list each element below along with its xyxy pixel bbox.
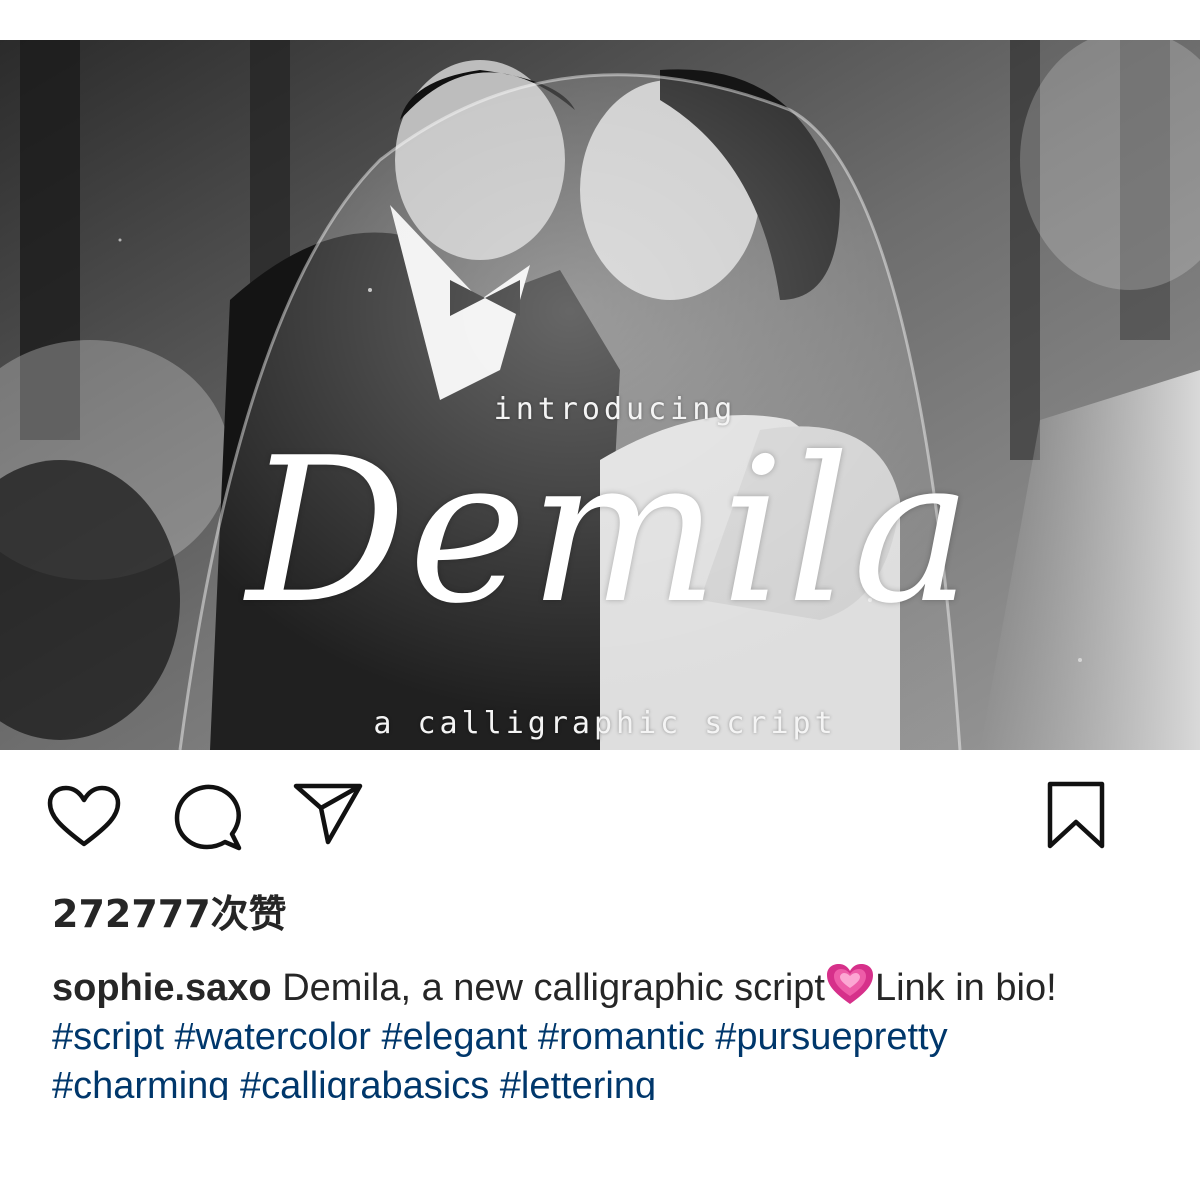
caption-text-after: Link in bio! [874, 967, 1057, 1009]
post-photo[interactable]: introducing Demila a calligraphic script [0, 40, 1200, 750]
growing-heart-icon [826, 964, 873, 1004]
hashtag-link[interactable]: #watercolor [174, 1016, 370, 1058]
share-icon[interactable] [292, 780, 364, 846]
caption-username[interactable]: sophie.saxo [52, 967, 272, 1009]
hashtag-link[interactable]: #pursuepretty [715, 1016, 947, 1058]
post-action-bar [0, 770, 1200, 870]
heart-icon[interactable] [46, 784, 122, 850]
overlay-subtitle-text: a calligraphic script [373, 706, 837, 741]
like-count[interactable]: 272777次赞 [52, 890, 287, 938]
post-caption: sophie.saxo Demila, a new calligraphic s… [52, 962, 1132, 1100]
hashtag-link[interactable]: #charming [52, 1065, 229, 1100]
hashtag-link[interactable]: #calligrabasics [240, 1065, 489, 1100]
hashtag-link[interactable]: #script [52, 1016, 164, 1058]
hashtag-link[interactable]: #lettering [500, 1065, 656, 1100]
hashtag-link[interactable]: #elegant [381, 1016, 527, 1058]
bookmark-icon[interactable] [1046, 780, 1106, 850]
instagram-post: introducing Demila a calligraphic script… [0, 0, 1200, 1200]
comment-icon[interactable] [172, 782, 244, 854]
hashtag-link[interactable]: #romantic [538, 1016, 705, 1058]
overlay-title-text: Demila [246, 415, 974, 648]
caption-text: Demila, a new calligraphic script [271, 967, 825, 1009]
